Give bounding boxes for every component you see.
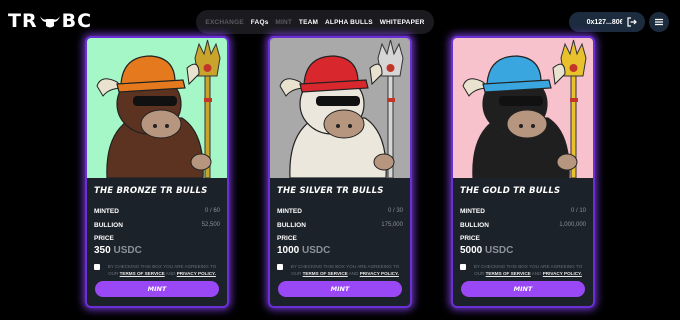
- hoof-icon: [190, 153, 212, 171]
- sunglasses-icon: [316, 96, 360, 106]
- terms-of-service-link[interactable]: TERMS OF SERVICE: [303, 271, 348, 276]
- nav-item-team[interactable]: TEAM: [299, 19, 318, 26]
- terms-of-service-link[interactable]: TERMS OF SERVICE: [486, 271, 531, 276]
- price-amount: 1000 USDC: [277, 245, 403, 256]
- bull-artwork: [270, 38, 410, 178]
- bullion-label: BULLION: [277, 221, 306, 229]
- price-value: 5000: [460, 245, 483, 256]
- mint-button[interactable]: MINT: [95, 281, 219, 297]
- terms-text: BY CHECKING THIS BOX YOU ARE AGREEING TO…: [104, 263, 220, 277]
- logout-button[interactable]: [622, 12, 642, 32]
- hat-icon: [299, 55, 369, 93]
- terms-and: AND: [348, 271, 359, 276]
- nav-item-mint[interactable]: MINT: [275, 19, 292, 26]
- menu-icon: [655, 18, 663, 26]
- price-amount: 350 USDC: [94, 245, 220, 256]
- price-amount: 5000 USDC: [460, 245, 586, 256]
- nft-card-bronze: THE BRONZE TR BULLS MINTED 0 / 60 BULLION…: [85, 36, 229, 308]
- price-value: 1000: [277, 245, 300, 256]
- price-label: PRICE: [94, 235, 114, 242]
- bull-head-icon: [39, 16, 60, 28]
- terms-agreement: BY CHECKING THIS BOX YOU ARE AGREEING TO…: [277, 263, 403, 277]
- nav-item-whitepaper[interactable]: WHITEPAPER: [380, 19, 425, 26]
- terms-and: AND: [531, 271, 542, 276]
- minted-label: MINTED: [94, 207, 119, 215]
- card-title: THE BRONZE TR BULLS: [94, 186, 208, 196]
- minted-value: 0 / 60: [204, 208, 220, 214]
- logo-text-left: TR: [8, 10, 38, 32]
- mint-button[interactable]: MINT: [461, 281, 585, 297]
- bull-artwork: [453, 38, 593, 178]
- price-currency: USDC: [113, 245, 142, 256]
- card-title: THE GOLD TR BULLS: [460, 186, 561, 196]
- hoof-icon: [373, 153, 395, 171]
- terms-checkbox[interactable]: [277, 264, 283, 270]
- terms-agreement: BY CHECKING THIS BOX YOU ARE AGREEING TO…: [460, 263, 586, 277]
- menu-button[interactable]: [649, 12, 669, 32]
- price-currency: USDC: [302, 245, 331, 256]
- terms-and: AND: [165, 271, 176, 276]
- price-value: 350: [94, 245, 111, 256]
- nft-card-silver: THE SILVER TR BULLS MINTED 0 / 30 BULLION…: [268, 36, 412, 308]
- card-title: THE SILVER TR BULLS: [277, 186, 384, 196]
- bullion-label: BULLION: [94, 221, 123, 229]
- terms-agreement: BY CHECKING THIS BOX YOU ARE AGREEING TO…: [94, 263, 220, 277]
- privacy-policy-link[interactable]: PRIVACY POLICY.: [177, 271, 216, 276]
- bullion-value: 52,500: [201, 222, 220, 228]
- sunglasses-icon: [133, 96, 177, 106]
- minted-label: MINTED: [277, 207, 302, 215]
- terms-text: BY CHECKING THIS BOX YOU ARE AGREEING TO…: [470, 263, 586, 277]
- nav-item-exchange[interactable]: EXCHANGE: [205, 19, 243, 26]
- minted-value: 0 / 30: [387, 208, 403, 214]
- hat-icon: [116, 55, 186, 93]
- logo-text-right: BC: [61, 10, 93, 32]
- terms-checkbox[interactable]: [94, 264, 100, 270]
- nav-item-alpha-bulls[interactable]: ALPHA BULLS: [325, 19, 373, 26]
- logout-icon: [627, 17, 637, 27]
- minted-value: 0 / 10: [570, 208, 586, 214]
- price-currency: USDC: [485, 245, 514, 256]
- terms-checkbox[interactable]: [460, 264, 466, 270]
- terms-of-service-link[interactable]: TERMS OF SERVICE: [120, 271, 165, 276]
- bullion-label: BULLION: [460, 221, 489, 229]
- privacy-policy-link[interactable]: PRIVACY POLICY.: [360, 271, 399, 276]
- main-nav: EXCHANGE FAQs MINT TEAM ALPHA BULLS WHIT…: [196, 10, 434, 34]
- price-label: PRICE: [460, 235, 480, 242]
- sunglasses-icon: [499, 96, 543, 106]
- bullion-value: 175,000: [381, 222, 403, 228]
- nft-card-gold: THE GOLD TR BULLS MINTED 0 / 10 BULLION 1,…: [451, 36, 595, 308]
- bullion-value: 1,000,000: [559, 222, 586, 228]
- minted-label: MINTED: [460, 207, 485, 215]
- terms-text: BY CHECKING THIS BOX YOU ARE AGREEING TO…: [287, 263, 403, 277]
- nav-item-faqs[interactable]: FAQs: [251, 19, 269, 26]
- site-logo[interactable]: TR BC: [8, 10, 92, 32]
- mint-button[interactable]: MINT: [278, 281, 402, 297]
- price-label: PRICE: [277, 235, 297, 242]
- hat-icon: [482, 55, 552, 93]
- privacy-policy-link[interactable]: PRIVACY POLICY.: [543, 271, 582, 276]
- bull-artwork: [87, 38, 227, 178]
- hoof-icon: [556, 153, 578, 171]
